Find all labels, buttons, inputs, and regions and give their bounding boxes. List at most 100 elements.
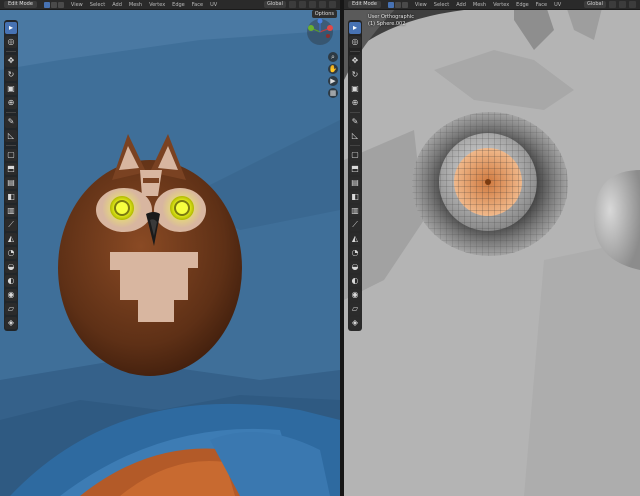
select-mode-group[interactable] bbox=[387, 1, 408, 8]
navigation-gizmo[interactable] bbox=[306, 18, 334, 46]
header-right-controls: Global bbox=[264, 1, 336, 8]
edge-slide-icon[interactable]: ◐ bbox=[5, 275, 17, 287]
inset-icon[interactable]: ▤ bbox=[349, 177, 361, 189]
shrink-fatten-icon[interactable]: ◉ bbox=[349, 289, 361, 301]
viewport-nav-buttons: ⌕ ✋ ▶ ▦ bbox=[328, 52, 338, 98]
annotate-icon[interactable]: ✎ bbox=[5, 116, 17, 128]
spin-icon[interactable]: ◔ bbox=[349, 247, 361, 259]
pivot-icon[interactable] bbox=[289, 1, 296, 8]
measure-icon[interactable]: ◺ bbox=[5, 130, 17, 142]
proportional-edit-icon[interactable] bbox=[309, 1, 316, 8]
knife-icon[interactable]: ⟋ bbox=[5, 219, 17, 231]
pan-icon[interactable]: ✋ bbox=[328, 64, 338, 74]
smooth-icon[interactable]: ◒ bbox=[349, 261, 361, 273]
menu-edge[interactable]: Edge bbox=[516, 2, 529, 8]
header-right-controls: Global bbox=[584, 1, 636, 8]
view-name-label: User Orthographic bbox=[368, 14, 414, 20]
smooth-icon[interactable]: ◒ bbox=[5, 261, 17, 273]
left-viewport[interactable]: Edit Mode View Select Add Mesh Vertex Ed… bbox=[0, 0, 340, 496]
menu-vertex[interactable]: Vertex bbox=[493, 2, 509, 8]
shading-icon[interactable] bbox=[329, 1, 336, 8]
rip-icon[interactable]: ◈ bbox=[349, 317, 361, 329]
camera-icon[interactable]: ▶ bbox=[328, 76, 338, 86]
edge-select-icon[interactable] bbox=[394, 1, 401, 8]
select-mode-group[interactable] bbox=[43, 1, 64, 8]
mode-selector[interactable]: Edit Mode bbox=[348, 1, 381, 8]
add-cube-icon[interactable]: ▢ bbox=[5, 149, 17, 161]
loop-cut-icon[interactable]: ▥ bbox=[349, 205, 361, 217]
extrude-icon[interactable]: ⬒ bbox=[349, 163, 361, 175]
bevel-icon[interactable]: ◧ bbox=[349, 191, 361, 203]
rotate-icon[interactable]: ↻ bbox=[349, 69, 361, 81]
poly-build-icon[interactable]: ◭ bbox=[5, 233, 17, 245]
cursor-select-icon[interactable]: ▸ bbox=[349, 22, 361, 34]
bevel-icon[interactable]: ◧ bbox=[5, 191, 17, 203]
toolbar-divider bbox=[350, 51, 360, 52]
menu-add[interactable]: Add bbox=[112, 2, 122, 8]
pivot-icon[interactable] bbox=[609, 1, 616, 8]
measure-icon[interactable]: ◺ bbox=[349, 130, 361, 142]
menu-select[interactable]: Select bbox=[434, 2, 449, 8]
toolbar-divider bbox=[6, 112, 16, 113]
menu-vertex[interactable]: Vertex bbox=[149, 2, 165, 8]
z-axis-icon[interactable] bbox=[317, 18, 323, 24]
object-name-label: (1) Sphere.002 bbox=[368, 21, 406, 27]
spin-icon[interactable]: ◔ bbox=[5, 247, 17, 259]
snap-icon[interactable] bbox=[619, 1, 626, 8]
add-cube-icon[interactable]: ▢ bbox=[349, 149, 361, 161]
right-viewport[interactable]: Edit Mode View Select Add Mesh Vertex Ed… bbox=[344, 0, 640, 496]
loop-cut-icon[interactable]: ▥ bbox=[5, 205, 17, 217]
move-icon[interactable]: ✥ bbox=[5, 55, 17, 67]
menu-view[interactable]: View bbox=[415, 2, 427, 8]
grid-icon[interactable]: ▦ bbox=[328, 88, 338, 98]
menu-face[interactable]: Face bbox=[536, 2, 547, 8]
rotate-icon[interactable]: ↻ bbox=[5, 69, 17, 81]
vertex-select-icon[interactable] bbox=[43, 1, 50, 8]
options-button[interactable]: Options bbox=[311, 10, 337, 18]
menu-uv[interactable]: UV bbox=[210, 2, 217, 8]
menu-edge[interactable]: Edge bbox=[172, 2, 185, 8]
cursor-select-icon[interactable]: ▸ bbox=[5, 22, 17, 34]
snap-icon[interactable] bbox=[299, 1, 306, 8]
overlay-icon[interactable] bbox=[319, 1, 326, 8]
x-axis-icon[interactable] bbox=[327, 25, 333, 31]
vertex-select-icon[interactable] bbox=[387, 1, 394, 8]
y-axis-icon[interactable] bbox=[308, 25, 314, 31]
transform-orientation-dropdown[interactable]: Global bbox=[584, 1, 606, 8]
shear-icon[interactable]: ▱ bbox=[5, 303, 17, 315]
zoom-icon[interactable]: ⌕ bbox=[328, 52, 338, 62]
shrink-fatten-icon[interactable]: ◉ bbox=[5, 289, 17, 301]
left-toolbar: ▸ ◎ ✥ ↻ ▣ ⊕ ✎ ◺ ▢ ⬒ ▤ ◧ ▥ ⟋ ◭ ◔ ◒ ◐ ◉ ▱ … bbox=[4, 20, 18, 331]
poly-build-icon[interactable]: ◭ bbox=[349, 233, 361, 245]
transform-orientation-dropdown[interactable]: Global bbox=[264, 1, 286, 8]
transform-icon[interactable]: ⊕ bbox=[5, 97, 17, 109]
menu-uv[interactable]: UV bbox=[554, 2, 561, 8]
3d-cursor-icon[interactable]: ◎ bbox=[5, 36, 17, 48]
move-icon[interactable]: ✥ bbox=[349, 55, 361, 67]
edge-slide-icon[interactable]: ◐ bbox=[349, 275, 361, 287]
transform-icon[interactable]: ⊕ bbox=[349, 97, 361, 109]
inset-icon[interactable]: ▤ bbox=[5, 177, 17, 189]
menu-add[interactable]: Add bbox=[456, 2, 466, 8]
menu-face[interactable]: Face bbox=[192, 2, 203, 8]
shear-icon[interactable]: ▱ bbox=[349, 303, 361, 315]
face-select-icon[interactable] bbox=[57, 1, 64, 8]
owl-render-scene bbox=[0, 0, 340, 496]
scale-icon[interactable]: ▣ bbox=[349, 83, 361, 95]
toolbar-divider bbox=[350, 112, 360, 113]
menu-select[interactable]: Select bbox=[90, 2, 105, 8]
edge-select-icon[interactable] bbox=[50, 1, 57, 8]
menu-mesh[interactable]: Mesh bbox=[473, 2, 486, 8]
mode-selector[interactable]: Edit Mode bbox=[4, 1, 37, 8]
menu-view[interactable]: View bbox=[71, 2, 83, 8]
proportional-edit-icon[interactable] bbox=[629, 1, 636, 8]
rip-icon[interactable]: ◈ bbox=[5, 317, 17, 329]
annotate-icon[interactable]: ✎ bbox=[349, 116, 361, 128]
knife-icon[interactable]: ⟋ bbox=[349, 219, 361, 231]
scale-icon[interactable]: ▣ bbox=[5, 83, 17, 95]
face-select-icon[interactable] bbox=[401, 1, 408, 8]
menu-mesh[interactable]: Mesh bbox=[129, 2, 142, 8]
left-header-bar: Edit Mode View Select Add Mesh Vertex Ed… bbox=[0, 0, 340, 10]
extrude-icon[interactable]: ⬒ bbox=[5, 163, 17, 175]
3d-cursor-icon[interactable]: ◎ bbox=[349, 36, 361, 48]
